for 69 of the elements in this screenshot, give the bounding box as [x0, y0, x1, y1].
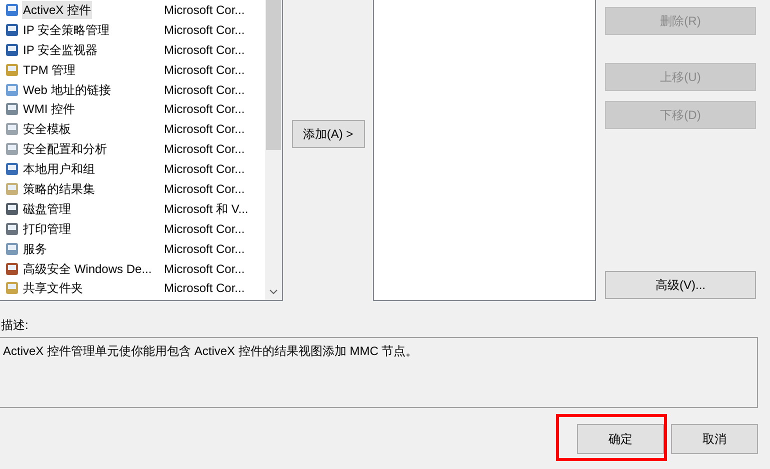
- snapin-row[interactable]: IP 安全策略管理 Microsoft Cor...: [0, 20, 265, 40]
- snapin-icon: [4, 121, 20, 138]
- scrollbar[interactable]: [265, 0, 282, 300]
- snapin-name: 安全模板: [22, 121, 72, 138]
- vendor-cell-text: Microsoft Cor...: [163, 240, 245, 258]
- snapin-row[interactable]: IP 安全监视器 Microsoft Cor...: [0, 40, 265, 60]
- snapin-name: 策略的结果集: [22, 180, 96, 198]
- snapin-row[interactable]: 共享文件夹 Microsoft Cor...: [0, 278, 265, 298]
- snapin-name: IP 安全策略管理: [22, 22, 110, 39]
- snapin-row[interactable]: TPM 管理 Microsoft Cor...: [0, 60, 265, 80]
- snapin-name: 打印管理: [22, 220, 72, 238]
- vendor-cell-text: Microsoft Cor...: [163, 101, 245, 118]
- vendor-cell-text: Microsoft Cor...: [163, 22, 245, 39]
- vendor-cell-text: Microsoft Cor...: [163, 280, 245, 298]
- vendor-cell-text: Microsoft Cor...: [163, 2, 245, 19]
- snapin-row[interactable]: 高级安全 Windows De... Microsoft Cor...: [0, 258, 265, 278]
- vendor-cell-text: Microsoft Cor...: [163, 161, 245, 178]
- snapin-icon: [4, 141, 20, 158]
- snapin-name: TPM 管理: [22, 62, 77, 79]
- snapin-icon: [4, 101, 20, 118]
- snapin-name: 高级安全 Windows De...: [22, 260, 153, 278]
- vendor-cell-text: Microsoft Cor...: [163, 42, 245, 59]
- snapin-name: IP 安全监视器: [22, 42, 98, 59]
- dialog-button[interactable]: 确定: [577, 424, 664, 454]
- vendor-cell-text: Microsoft Cor...: [163, 82, 245, 98]
- snapin-name: ActiveX 控件: [22, 0, 92, 19]
- snapin-row[interactable]: 安全配置和分析 Microsoft Cor...: [0, 139, 265, 160]
- vendor-cell-text: Microsoft Cor...: [163, 220, 245, 238]
- snapin-icon: [4, 280, 20, 296]
- snapin-row[interactable]: 安全模板 Microsoft Cor...: [0, 119, 265, 140]
- snapin-name: 磁盘管理: [22, 200, 72, 218]
- snapin-icon: [4, 220, 20, 237]
- snapin-icon: [4, 82, 20, 98]
- vendor-cell-text: Microsoft Cor...: [163, 260, 245, 278]
- add-button[interactable]: 添加(A) >: [292, 120, 364, 148]
- snapin-icon: [4, 200, 20, 217]
- description-box: ActiveX 控件管理单元使你能用包含 ActiveX 控件的结果视图添加 MMC 节点。: [0, 337, 758, 408]
- scroll-down-icon: [269, 289, 278, 295]
- dialog-button[interactable]: 取消: [671, 424, 758, 454]
- vendor-cell-text: Microsoft Cor...: [163, 62, 245, 79]
- snapin-row[interactable]: ActiveX 控件 Microsoft Cor...: [0, 0, 265, 20]
- snapin-icon: [4, 161, 20, 178]
- snapin-icon: [4, 62, 20, 78]
- snapin-row[interactable]: 策略的结果集 Microsoft Cor...: [0, 179, 265, 199]
- snapin-row[interactable]: Web 地址的链接 Microsoft Cor...: [0, 80, 265, 100]
- snapin-name: WMI 控件: [22, 101, 76, 118]
- snapin-name: 共享文件夹: [22, 280, 84, 298]
- snapin-name: Web 地址的链接: [22, 82, 112, 98]
- snapin-name: 安全配置和分析: [22, 141, 108, 158]
- snapin-name: 本地用户和组: [22, 161, 96, 178]
- vendor-cell-text: Microsoft Cor...: [163, 180, 245, 198]
- snapin-icon: [4, 2, 20, 18]
- snapin-icon: [4, 180, 20, 197]
- snapin-icon: [4, 42, 20, 58]
- snapin-icon: [4, 260, 20, 277]
- description-label: 描述:: [1, 317, 30, 334]
- vendor-cell-text: Microsoft 和 V...: [163, 200, 248, 218]
- snapin-icon: [4, 240, 20, 257]
- snapin-row[interactable]: 磁盘管理 Microsoft 和 V...: [0, 198, 265, 219]
- vendor-cell-text: Microsoft Cor...: [163, 141, 245, 158]
- snapin-row[interactable]: 服务 Microsoft Cor...: [0, 238, 265, 259]
- vendor-cell-text: Microsoft Cor...: [163, 121, 245, 138]
- snapin-row[interactable]: 本地用户和组 Microsoft Cor...: [0, 159, 265, 180]
- snapin-row[interactable]: WMI 控件 Microsoft Cor...: [0, 99, 265, 120]
- snapin-icon: [4, 22, 20, 38]
- snapin-row[interactable]: 打印管理 Microsoft Cor...: [0, 218, 265, 239]
- side-button[interactable]: 高级(V)...: [605, 271, 756, 299]
- snapin-name: 服务: [22, 240, 48, 258]
- scroll-thumb[interactable]: [266, 0, 281, 150]
